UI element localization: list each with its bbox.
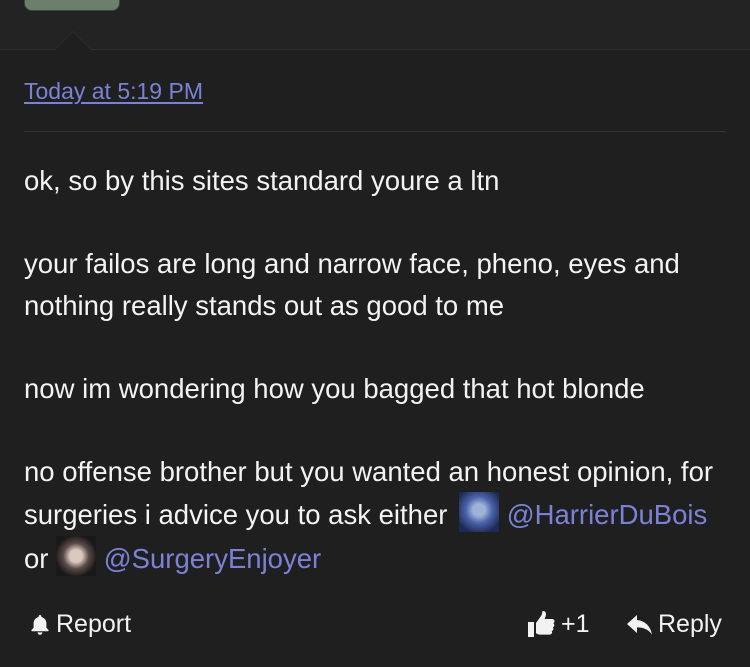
comment-paragraph: now im wondering how you bagged that hot… bbox=[24, 372, 645, 404]
comment-body: ok, so by this sites standard youre a lt… bbox=[24, 160, 729, 579]
reply-arrow-icon bbox=[626, 613, 654, 637]
mention-link[interactable]: @HarrierDuBois bbox=[507, 499, 708, 530]
bell-icon bbox=[28, 613, 52, 637]
thumbs-up-icon bbox=[527, 610, 557, 639]
previous-post-strip bbox=[0, 0, 750, 50]
post-timestamp-link[interactable]: Today at 5:19 PM bbox=[24, 78, 203, 105]
comment-actions: Report +1 Reply bbox=[0, 610, 750, 650]
reply-button[interactable]: Reply bbox=[626, 610, 722, 639]
divider bbox=[24, 131, 726, 132]
like-count: +1 bbox=[561, 610, 590, 638]
mention-link[interactable]: @SurgeryEnjoyer bbox=[104, 543, 321, 574]
comment-paragraph: your failos are long and narrow face, ph… bbox=[24, 248, 680, 321]
report-label: Report bbox=[56, 610, 132, 638]
reply-label: Reply bbox=[658, 610, 722, 638]
avatar[interactable] bbox=[24, 0, 120, 11]
post-pointer bbox=[54, 32, 92, 51]
report-button[interactable]: Report bbox=[28, 610, 131, 639]
mention-avatar[interactable] bbox=[459, 492, 500, 532]
comment-paragraph: no offense brother but you wanted an hon… bbox=[24, 455, 714, 576]
comment-paragraph: ok, so by this sites standard youre a lt… bbox=[24, 165, 500, 196]
mention-avatar[interactable] bbox=[56, 535, 97, 576]
like-button[interactable]: +1 bbox=[527, 610, 590, 639]
